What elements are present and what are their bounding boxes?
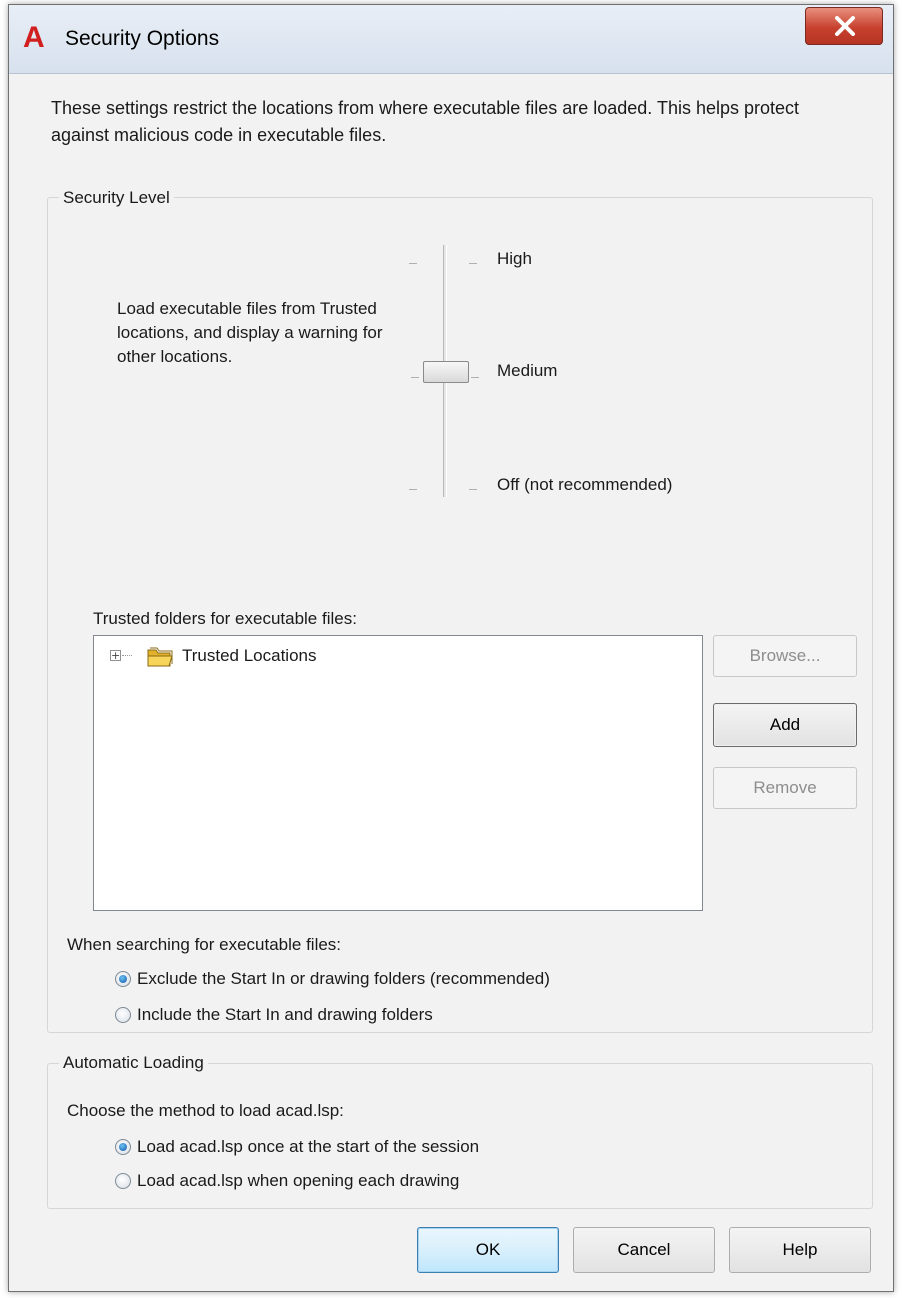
level-label-medium: Medium xyxy=(497,361,558,380)
cancel-button[interactable]: Cancel xyxy=(573,1227,715,1273)
radio-load-each-drawing[interactable]: Load acad.lsp when opening each drawing xyxy=(115,1171,675,1193)
trusted-folders-label: Trusted folders for executable files: xyxy=(93,609,357,628)
tree-connector xyxy=(122,655,132,656)
radio-label: Load acad.lsp when opening each drawing xyxy=(137,1171,460,1190)
radio-label: Exclude the Start In or drawing folders … xyxy=(137,969,550,988)
security-level-title: Security Level xyxy=(59,188,174,208)
slider-tick-medium-left xyxy=(411,377,419,378)
autocad-logo-icon: A xyxy=(23,21,45,54)
radio-button[interactable] xyxy=(115,1173,131,1189)
remove-button[interactable]: Remove xyxy=(713,767,857,809)
browse-button[interactable]: Browse... xyxy=(713,635,857,677)
trusted-folders-tree[interactable]: + Trusted Locations xyxy=(93,635,703,911)
slider-tick-off-left xyxy=(409,489,417,490)
help-button[interactable]: Help xyxy=(729,1227,871,1273)
search-label: When searching for executable files: xyxy=(67,935,342,954)
close-icon xyxy=(835,16,855,36)
security-level-description: Load executable files from Trusted locat… xyxy=(117,299,383,366)
expand-plus-icon[interactable]: + xyxy=(110,650,121,661)
slider-tick-high-left xyxy=(409,263,417,264)
intro-text: These settings restrict the locations fr… xyxy=(51,98,800,145)
radio-button-checked[interactable] xyxy=(115,971,131,987)
automatic-loading-title: Automatic Loading xyxy=(59,1053,208,1073)
slider-tick-off-right xyxy=(469,489,477,490)
slider-tick-high-right xyxy=(469,263,477,264)
radio-exclude-start-in[interactable]: Exclude the Start In or drawing folders … xyxy=(115,969,695,991)
close-button[interactable] xyxy=(805,7,883,45)
level-label-off: Off (not recommended) xyxy=(497,475,673,494)
slider-tick-medium-right xyxy=(471,377,479,378)
slider-thumb[interactable] xyxy=(423,361,469,383)
title-bar[interactable]: A Security Options xyxy=(9,5,893,74)
radio-button-checked[interactable] xyxy=(115,1139,131,1155)
add-button[interactable]: Add xyxy=(713,703,857,747)
ok-button[interactable]: OK xyxy=(417,1227,559,1273)
radio-label: Include the Start In and drawing folders xyxy=(137,1005,433,1024)
radio-label: Load acad.lsp once at the start of the s… xyxy=(137,1137,480,1156)
load-method-label: Choose the method to load acad.lsp: xyxy=(67,1101,344,1120)
radio-include-start-in[interactable]: Include the Start In and drawing folders xyxy=(115,1005,695,1027)
tree-item-trusted-locations[interactable]: Trusted Locations xyxy=(182,646,317,666)
security-options-dialog: A Security Options These settings restri… xyxy=(8,4,894,1292)
radio-load-once[interactable]: Load acad.lsp once at the start of the s… xyxy=(115,1137,675,1159)
folder-icon xyxy=(147,647,173,667)
dialog-title: Security Options xyxy=(65,27,220,50)
radio-button[interactable] xyxy=(115,1007,131,1023)
level-label-high: High xyxy=(497,249,532,268)
